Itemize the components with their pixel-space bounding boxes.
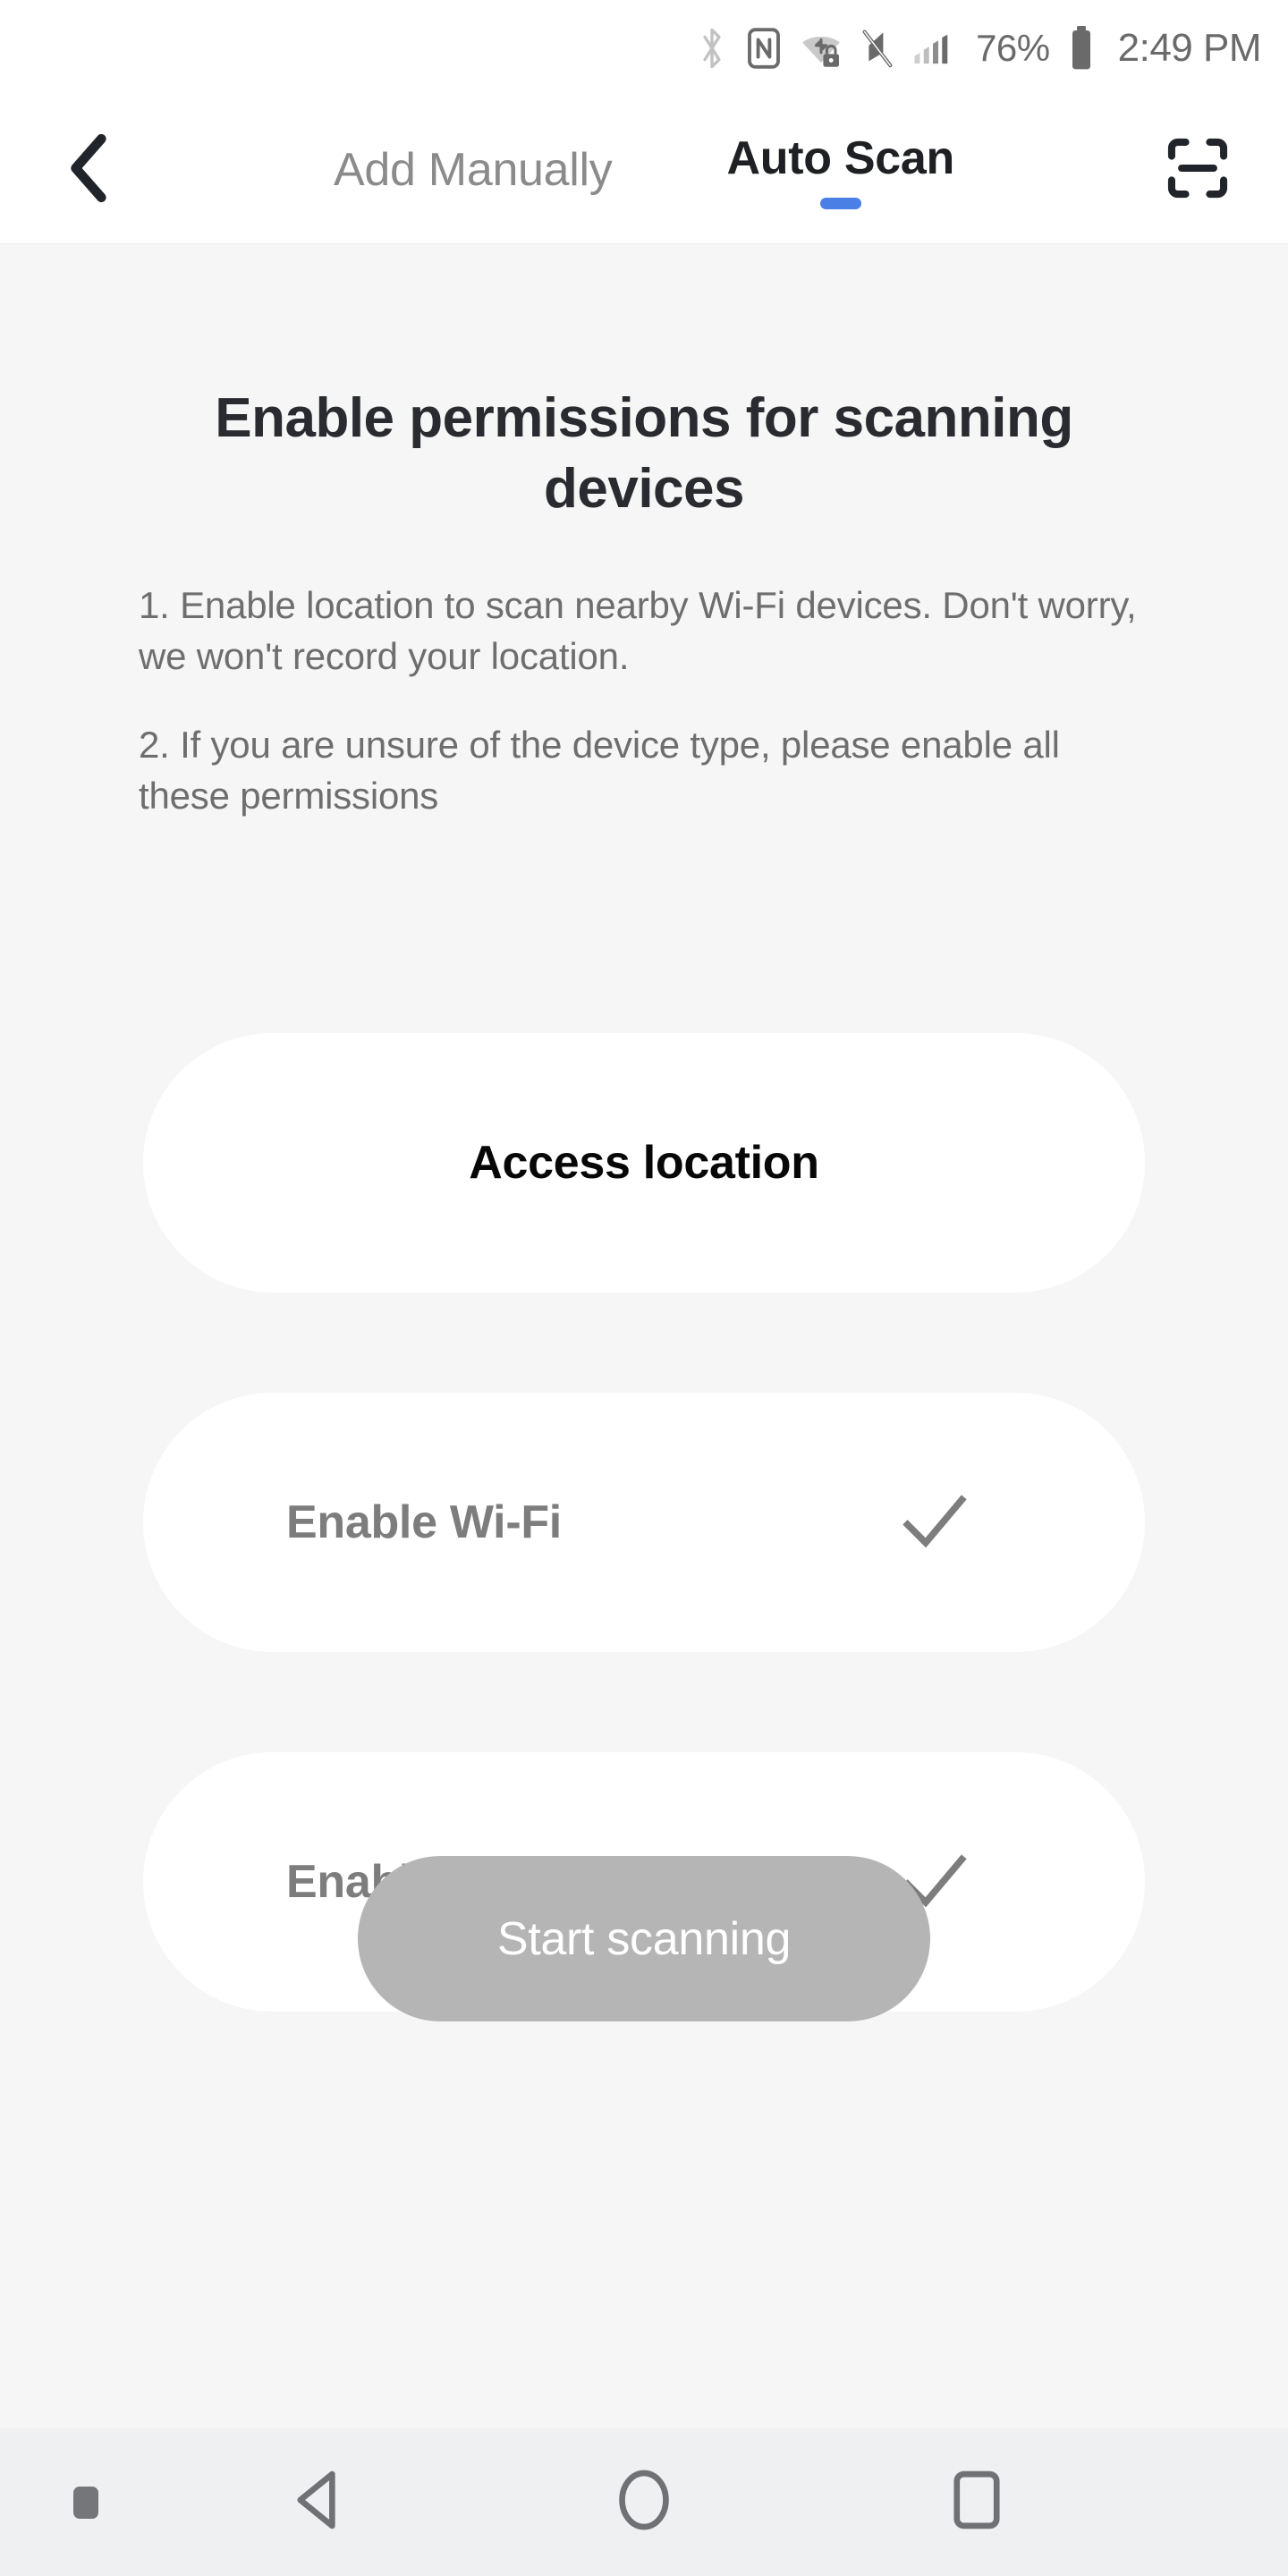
- keyboard-hide-indicator-icon[interactable]: [73, 2486, 98, 2519]
- tab-auto-scan-label: Auto Scan: [726, 131, 955, 184]
- instructions-list: 1. Enable location to scan nearby Wi-Fi …: [139, 580, 1149, 821]
- header-tabs: Add Manually Auto Scan: [0, 97, 1288, 243]
- nfc-icon: [745, 27, 783, 70]
- system-navigation-bar: [0, 2428, 1288, 2576]
- tab-add-manually-label: Add Manually: [334, 144, 613, 196]
- nav-recents-button[interactable]: [914, 2440, 1039, 2565]
- nav-back-icon: [284, 2464, 356, 2540]
- bluetooth-icon: [695, 27, 729, 70]
- page-title: Enable permissions for scanning devices: [215, 387, 1073, 521]
- permission-card-enable-wifi[interactable]: Enable Wi-Fi: [143, 1393, 1145, 1652]
- status-bar: 76% 2:49 PM: [0, 0, 1288, 97]
- nav-home-icon: [608, 2464, 680, 2540]
- cellular-signal-icon: [911, 27, 954, 70]
- main-content: Enable permissions for scanning devices …: [0, 244, 1288, 2428]
- status-bar-clock: 2:49 PM: [1117, 26, 1262, 70]
- phone-screen: 76% 2:49 PM Add Manually Auto Scan Enabl…: [0, 0, 1288, 2576]
- instruction-item-2: 2. If you are unsure of the device type,…: [139, 724, 1060, 818]
- mute-icon: [860, 27, 895, 70]
- check-icon: [894, 1482, 975, 1563]
- permission-card-access-location[interactable]: Access location: [143, 1033, 1145, 1292]
- nav-recents-icon: [941, 2464, 1013, 2540]
- instruction-item-1: 1. Enable location to scan nearby Wi-Fi …: [139, 584, 1137, 678]
- battery-icon: [1068, 24, 1095, 72]
- tab-add-manually[interactable]: Add Manually: [321, 143, 624, 197]
- wifi-vpn-lock-icon: [799, 27, 843, 70]
- permission-label: Access location: [469, 1137, 819, 1189]
- qr-scan-icon: [1164, 134, 1232, 207]
- active-tab-indicator: [819, 197, 861, 209]
- tab-auto-scan[interactable]: Auto Scan: [715, 131, 967, 209]
- start-scanning-button[interactable]: Start scanning: [358, 1856, 930, 2021]
- status-bar-icons: 76% 2:49 PM: [695, 24, 1262, 72]
- permission-label: Enable Wi-Fi: [286, 1496, 562, 1548]
- nav-back-button[interactable]: [258, 2440, 383, 2565]
- start-scanning-label: Start scanning: [496, 1912, 792, 1965]
- app-header: Add Manually Auto Scan: [0, 97, 1288, 244]
- qr-scan-button[interactable]: [1148, 121, 1247, 219]
- battery-percentage: 76%: [976, 27, 1050, 69]
- nav-home-button[interactable]: [581, 2440, 707, 2565]
